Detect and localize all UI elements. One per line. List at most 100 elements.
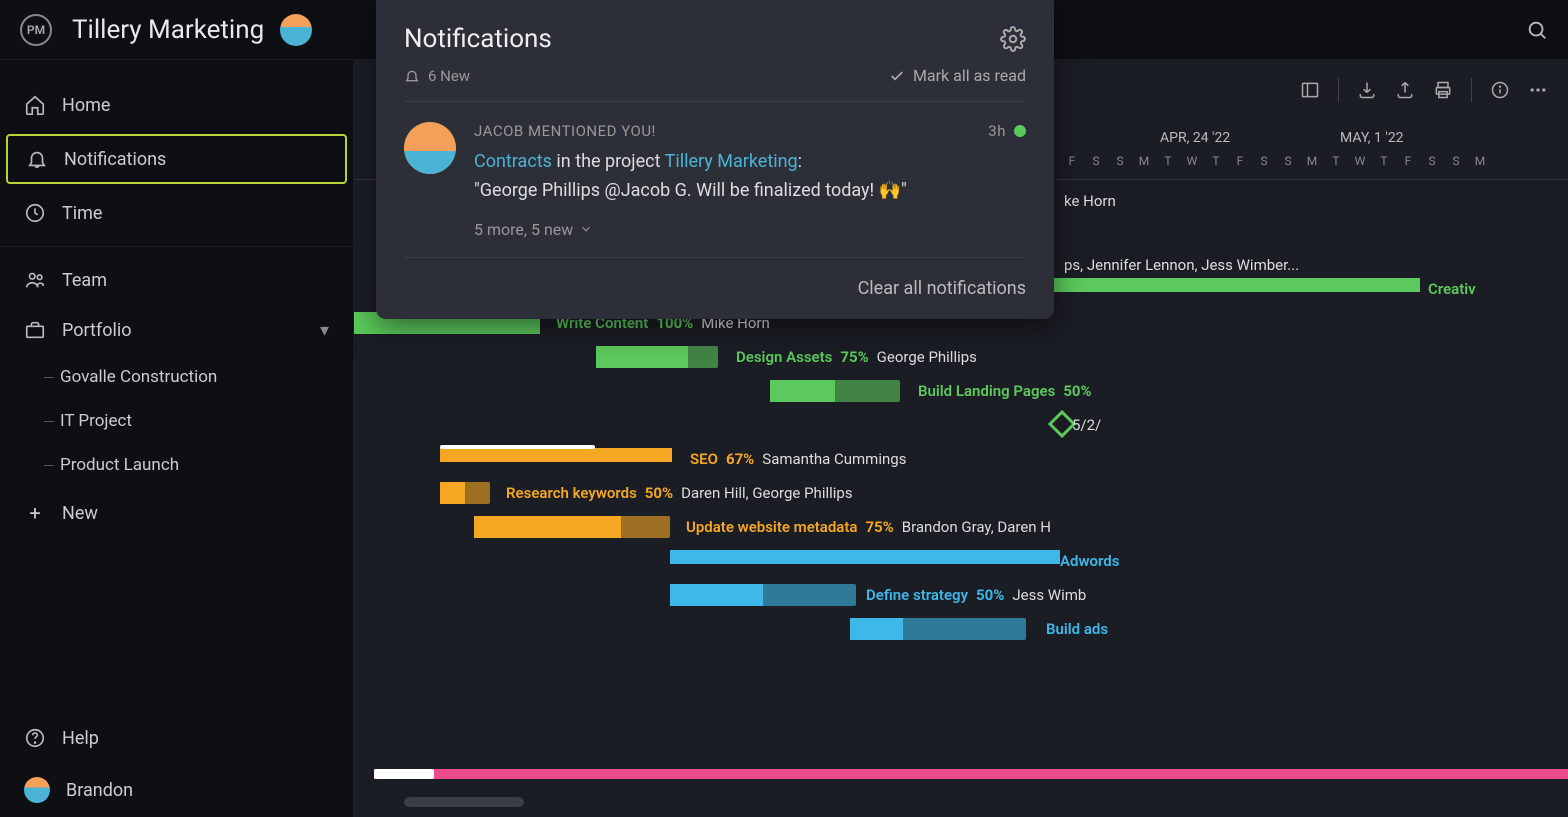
nav-label: Notifications [64,149,166,170]
divider [0,246,353,247]
sidebar-item-home[interactable]: Home [0,80,353,130]
expand-more-button[interactable]: 5 more, 5 new [474,220,1026,239]
sidebar-item-notifications[interactable]: Notifications [6,134,347,184]
nav-label: Home [62,95,110,116]
check-icon [889,68,905,84]
h-scrollbar[interactable] [404,797,524,807]
gantt-row[interactable]: Build ads [354,618,1568,644]
day-label: T [1204,154,1228,168]
month-label: APR, 24 '22 [1160,130,1230,146]
task-bar[interactable] [850,618,1026,640]
task-label: SEO67%Samantha Cummings [690,448,906,470]
mark-all-read-button[interactable]: Mark all as read [889,66,1026,85]
app-logo[interactable]: PM [20,14,52,46]
avatar [404,122,456,174]
nav-label: Help [62,728,99,749]
search-icon[interactable] [1526,19,1548,41]
task-bar[interactable] [440,482,490,504]
day-label: W [1348,154,1372,168]
task-label: Design Assets75%George Phillips [736,346,977,368]
task-label: Define strategy50%Jess Wimb [866,584,1086,606]
team-icon [24,269,46,291]
gantt-row[interactable]: Build Landing Pages50% [354,380,1568,406]
panel-icon[interactable] [1300,80,1320,100]
notification-heading: JACOB MENTIONED YOU! 3h [474,122,1026,140]
sidebar-item-portfolio[interactable]: Portfolio ▾ [0,305,353,355]
summary-bar[interactable] [440,448,672,462]
notifications-count: 6 New [404,67,470,85]
task-bar[interactable] [670,584,856,606]
nav-label: Brandon [66,780,133,801]
help-icon [24,727,46,749]
progress-summary-bar [374,769,1568,779]
task-label: Update website metadata75%Brandon Gray, … [686,516,1051,538]
gantt-row[interactable]: 5/2/ [354,414,1568,440]
nav-label: Team [62,270,107,291]
task-label: Build ads [1046,618,1108,640]
portfolio-sub-govalle[interactable]: Govalle Construction [0,355,353,399]
avatar[interactable] [280,14,312,46]
task-label: Adwords [1060,550,1119,572]
sidebar-item-team[interactable]: Team [0,255,353,305]
day-label: S [1108,154,1132,168]
bell-icon [404,68,420,84]
unread-dot-icon [1014,125,1026,137]
gantt-row[interactable]: Design Assets75%George Phillips [354,346,1568,372]
gantt-row[interactable]: Adwords [354,550,1568,576]
gantt-row[interactable]: Research keywords50%Daren Hill, George P… [354,482,1568,508]
print-icon[interactable] [1433,80,1453,100]
day-label: F [1228,154,1252,168]
day-label: F [1060,154,1084,168]
info-icon[interactable] [1490,80,1510,100]
task-label: Creativ [1428,278,1476,300]
summary-bar[interactable] [670,550,1060,564]
day-label: S [1444,154,1468,168]
nav-label: Portfolio [62,320,131,341]
task-bar[interactable] [474,516,670,538]
import-icon[interactable] [1357,80,1377,100]
month-label: MAY, 1 '22 [1340,130,1404,146]
task-bar[interactable] [770,380,900,402]
home-icon [24,94,46,116]
day-label: W [1180,154,1204,168]
task-label: Research keywords50%Daren Hill, George P… [506,482,853,504]
sidebar-help[interactable]: Help [0,713,353,763]
chevron-down-icon [579,222,593,236]
day-label: F [1396,154,1420,168]
clear-all-button[interactable]: Clear all notifications [858,278,1026,299]
task-label: ke Horn [1064,190,1116,212]
export-icon[interactable] [1395,80,1415,100]
nav-label: Time [62,203,102,224]
link-contracts[interactable]: Contracts [474,151,552,172]
notifications-title: Notifications [404,24,552,54]
link-project[interactable]: Tillery Marketing [665,151,798,172]
notification-item[interactable]: JACOB MENTIONED YOU! 3h Contracts in the… [404,101,1026,245]
sidebar-user[interactable]: Brandon [0,763,353,817]
day-label: S [1276,154,1300,168]
gantt-row[interactable]: SEO67%Samantha Cummings [354,448,1568,474]
day-label: M [1468,154,1492,168]
day-label: M [1132,154,1156,168]
project-title[interactable]: Tillery Marketing [72,15,264,45]
bell-icon [26,148,48,170]
day-label: T [1156,154,1180,168]
briefcase-icon [24,319,46,341]
portfolio-sub-product[interactable]: Product Launch [0,443,353,487]
divider [1471,78,1472,102]
task-bar[interactable] [596,346,718,368]
task-label: ps, Jennifer Lennon, Jess Wimber... [1064,254,1299,276]
divider [1338,78,1339,102]
gantt-row[interactable]: Define strategy50%Jess Wimb [354,584,1568,610]
day-label: S [1084,154,1108,168]
more-icon[interactable] [1528,80,1548,100]
portfolio-sub-it[interactable]: IT Project [0,399,353,443]
sidebar-item-time[interactable]: Time [0,188,353,238]
avatar [24,777,50,803]
day-label: T [1372,154,1396,168]
plus-icon: + [24,501,46,525]
nav-label: New [62,503,98,524]
sidebar-new[interactable]: + New [0,487,353,539]
gantt-row[interactable]: Update website metadata75%Brandon Gray, … [354,516,1568,542]
gear-icon[interactable] [1000,26,1026,52]
day-label: T [1324,154,1348,168]
